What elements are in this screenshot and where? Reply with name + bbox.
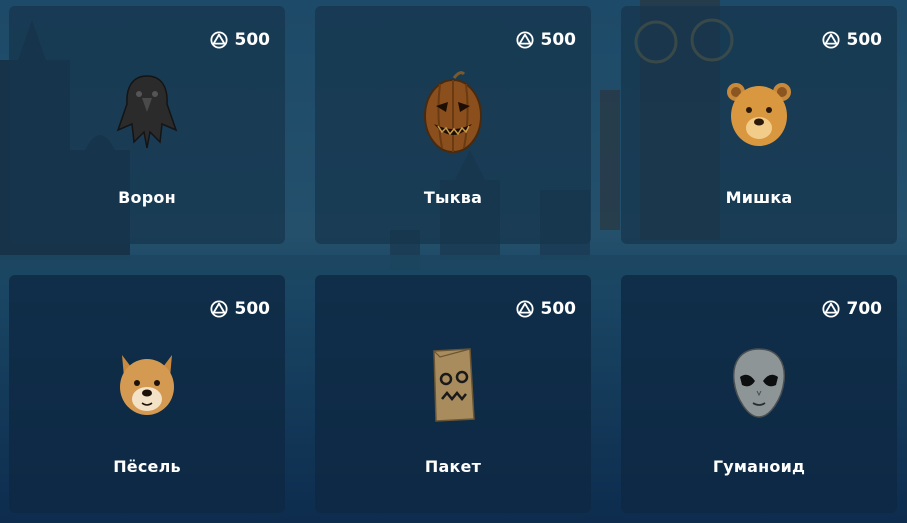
item-name: Пёсель [113, 457, 181, 476]
price-tag: 500 [821, 30, 883, 50]
item-name: Пакет [424, 457, 482, 476]
item-card-pumpkin[interactable]: 500 Тыква [315, 6, 591, 244]
price-value: 500 [540, 30, 577, 50]
price-tag: 500 [515, 299, 577, 319]
item-name: Тыква [423, 188, 483, 207]
item-name: Мишка [725, 188, 793, 207]
item-name: Ворон [118, 188, 176, 207]
dog-mask-icon [120, 355, 174, 415]
item-name: Гуманоид [712, 457, 806, 476]
price-tag: 700 [821, 299, 883, 319]
coin-icon [821, 300, 840, 318]
crow-mask-icon [116, 75, 178, 149]
item-card-crow[interactable]: 500 Ворон [9, 6, 285, 244]
bear-mask-icon [727, 83, 791, 146]
shop-grid: 500 Ворон 500 Тыква 500 Мишка 500 Пёсель… [0, 0, 907, 523]
coin-icon [209, 31, 228, 49]
item-card-bear[interactable]: 500 Мишка [621, 6, 897, 244]
item-card-alien[interactable]: 700 Гуманоид [621, 275, 897, 513]
paper-bag-mask-icon [433, 348, 475, 422]
price-tag: 500 [515, 30, 577, 50]
coin-icon [515, 300, 534, 318]
price-value: 500 [234, 30, 271, 50]
coin-icon [209, 300, 228, 318]
alien-mask-icon [732, 348, 786, 418]
price-value: 500 [540, 299, 577, 319]
price-value: 500 [234, 299, 271, 319]
price-tag: 500 [209, 299, 271, 319]
price-value: 700 [846, 299, 883, 319]
price-tag: 500 [209, 30, 271, 50]
pumpkin-mask-icon [424, 71, 482, 153]
coin-icon [515, 31, 534, 49]
item-card-dog[interactable]: 500 Пёсель [9, 275, 285, 513]
item-card-paper-bag[interactable]: 500 Пакет [315, 275, 591, 513]
price-value: 500 [846, 30, 883, 50]
coin-icon [821, 31, 840, 49]
